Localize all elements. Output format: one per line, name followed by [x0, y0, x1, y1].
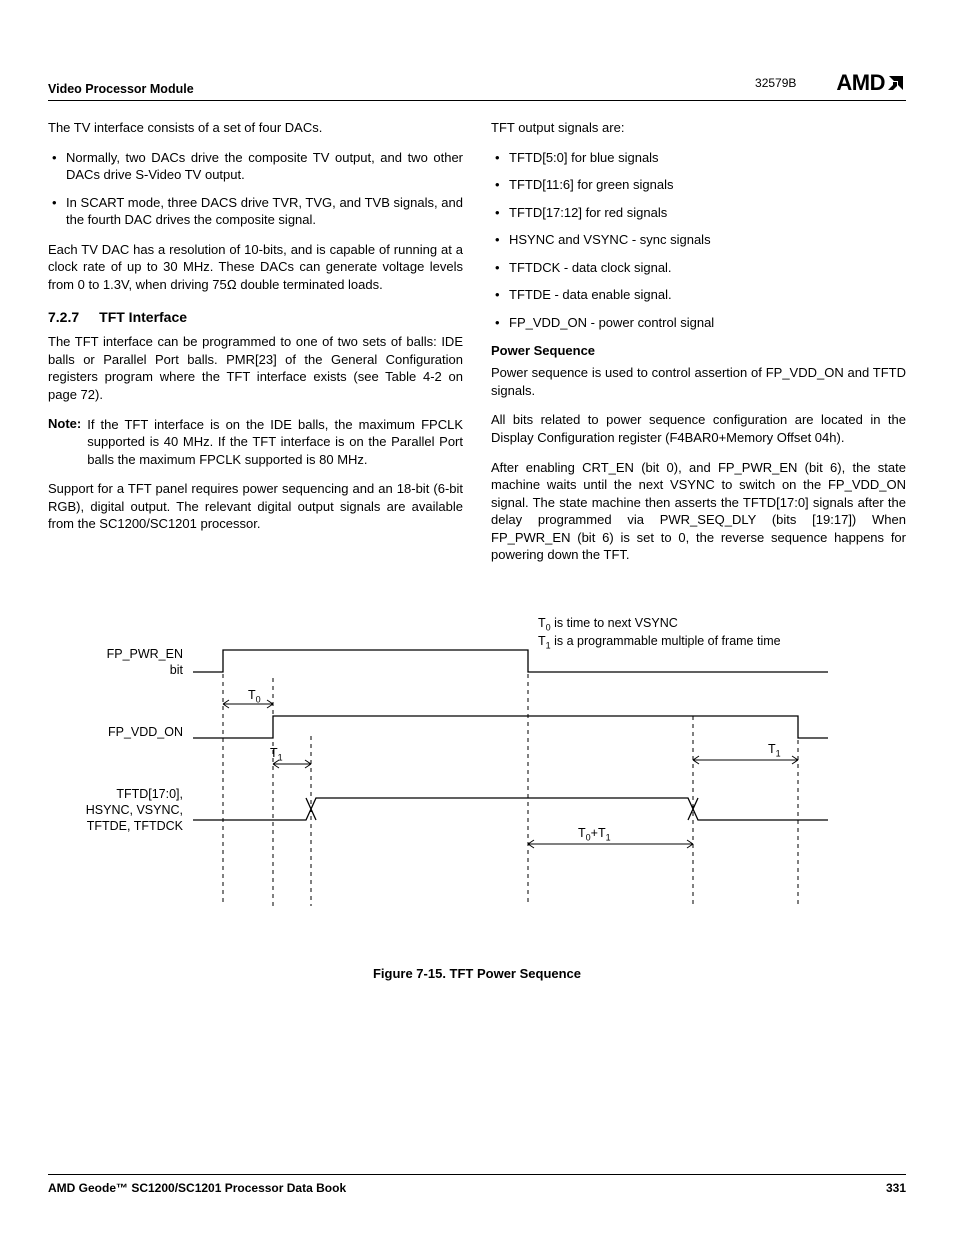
power-sequence-heading: Power Sequence	[491, 343, 906, 358]
tv-intro: The TV interface consists of a set of fo…	[48, 119, 463, 137]
dac-item-2: In SCART mode, three DACS drive TVR, TVG…	[48, 194, 463, 229]
section-title: Video Processor Module	[48, 82, 194, 96]
sig-blue: TFTD[5:0] for blue signals	[491, 149, 906, 167]
note-body: If the TFT interface is on the IDE balls…	[87, 416, 463, 469]
tft-signals-list: TFTD[5:0] for blue signals TFTD[11:6] fo…	[491, 149, 906, 332]
sig-green: TFTD[11:6] for green signals	[491, 176, 906, 194]
dac-spec: Each TV DAC has a resolution of 10-bits,…	[48, 241, 463, 294]
logo-text: AMD	[836, 70, 885, 96]
amd-arrow-icon	[886, 73, 906, 93]
section-7-2-7: 7.2.7 TFT Interface	[48, 309, 463, 325]
dac-list: Normally, two DACs drive the composite T…	[48, 149, 463, 229]
power-seq-p2: All bits related to power sequence confi…	[491, 411, 906, 446]
section-number: 7.2.7	[48, 309, 79, 325]
section-title-text: TFT Interface	[99, 309, 187, 325]
page-number: 331	[886, 1181, 906, 1195]
header-right: 32579B AMD	[755, 70, 906, 96]
dac-item-1: Normally, two DACs drive the composite T…	[48, 149, 463, 184]
tft-intro: The TFT interface can be programmed to o…	[48, 333, 463, 403]
sig-red: TFTD[17:12] for red signals	[491, 204, 906, 222]
figure-caption: Figure 7-15. TFT Power Sequence	[48, 966, 906, 981]
sig-enable: TFTDE - data enable signal.	[491, 286, 906, 304]
note-block: Note: If the TFT interface is on the IDE…	[48, 416, 463, 469]
timing-diagram	[48, 616, 908, 916]
power-seq-p3: After enabling CRT_EN (bit 0), and FP_PW…	[491, 459, 906, 564]
note-label: Note:	[48, 416, 81, 469]
figure-7-15: T0 is time to next VSYNC T1 is a program…	[48, 616, 906, 956]
tft-signals-intro: TFT output signals are:	[491, 119, 906, 137]
doc-number: 32579B	[755, 76, 796, 90]
left-column: The TV interface consists of a set of fo…	[48, 119, 463, 576]
right-column: TFT output signals are: TFTD[5:0] for bl…	[491, 119, 906, 576]
amd-logo: AMD	[836, 70, 906, 96]
sig-sync: HSYNC and VSYNC - sync signals	[491, 231, 906, 249]
footer-title: AMD Geode™ SC1200/SC1201 Processor Data …	[48, 1181, 346, 1195]
power-seq-p1: Power sequence is used to control assert…	[491, 364, 906, 399]
sig-power: FP_VDD_ON - power control signal	[491, 314, 906, 332]
page-header: Video Processor Module 32579B AMD	[48, 70, 906, 101]
content-columns: The TV interface consists of a set of fo…	[48, 119, 906, 576]
tft-support: Support for a TFT panel requires power s…	[48, 480, 463, 533]
page-footer: AMD Geode™ SC1200/SC1201 Processor Data …	[48, 1174, 906, 1195]
sig-clock: TFTDCK - data clock signal.	[491, 259, 906, 277]
